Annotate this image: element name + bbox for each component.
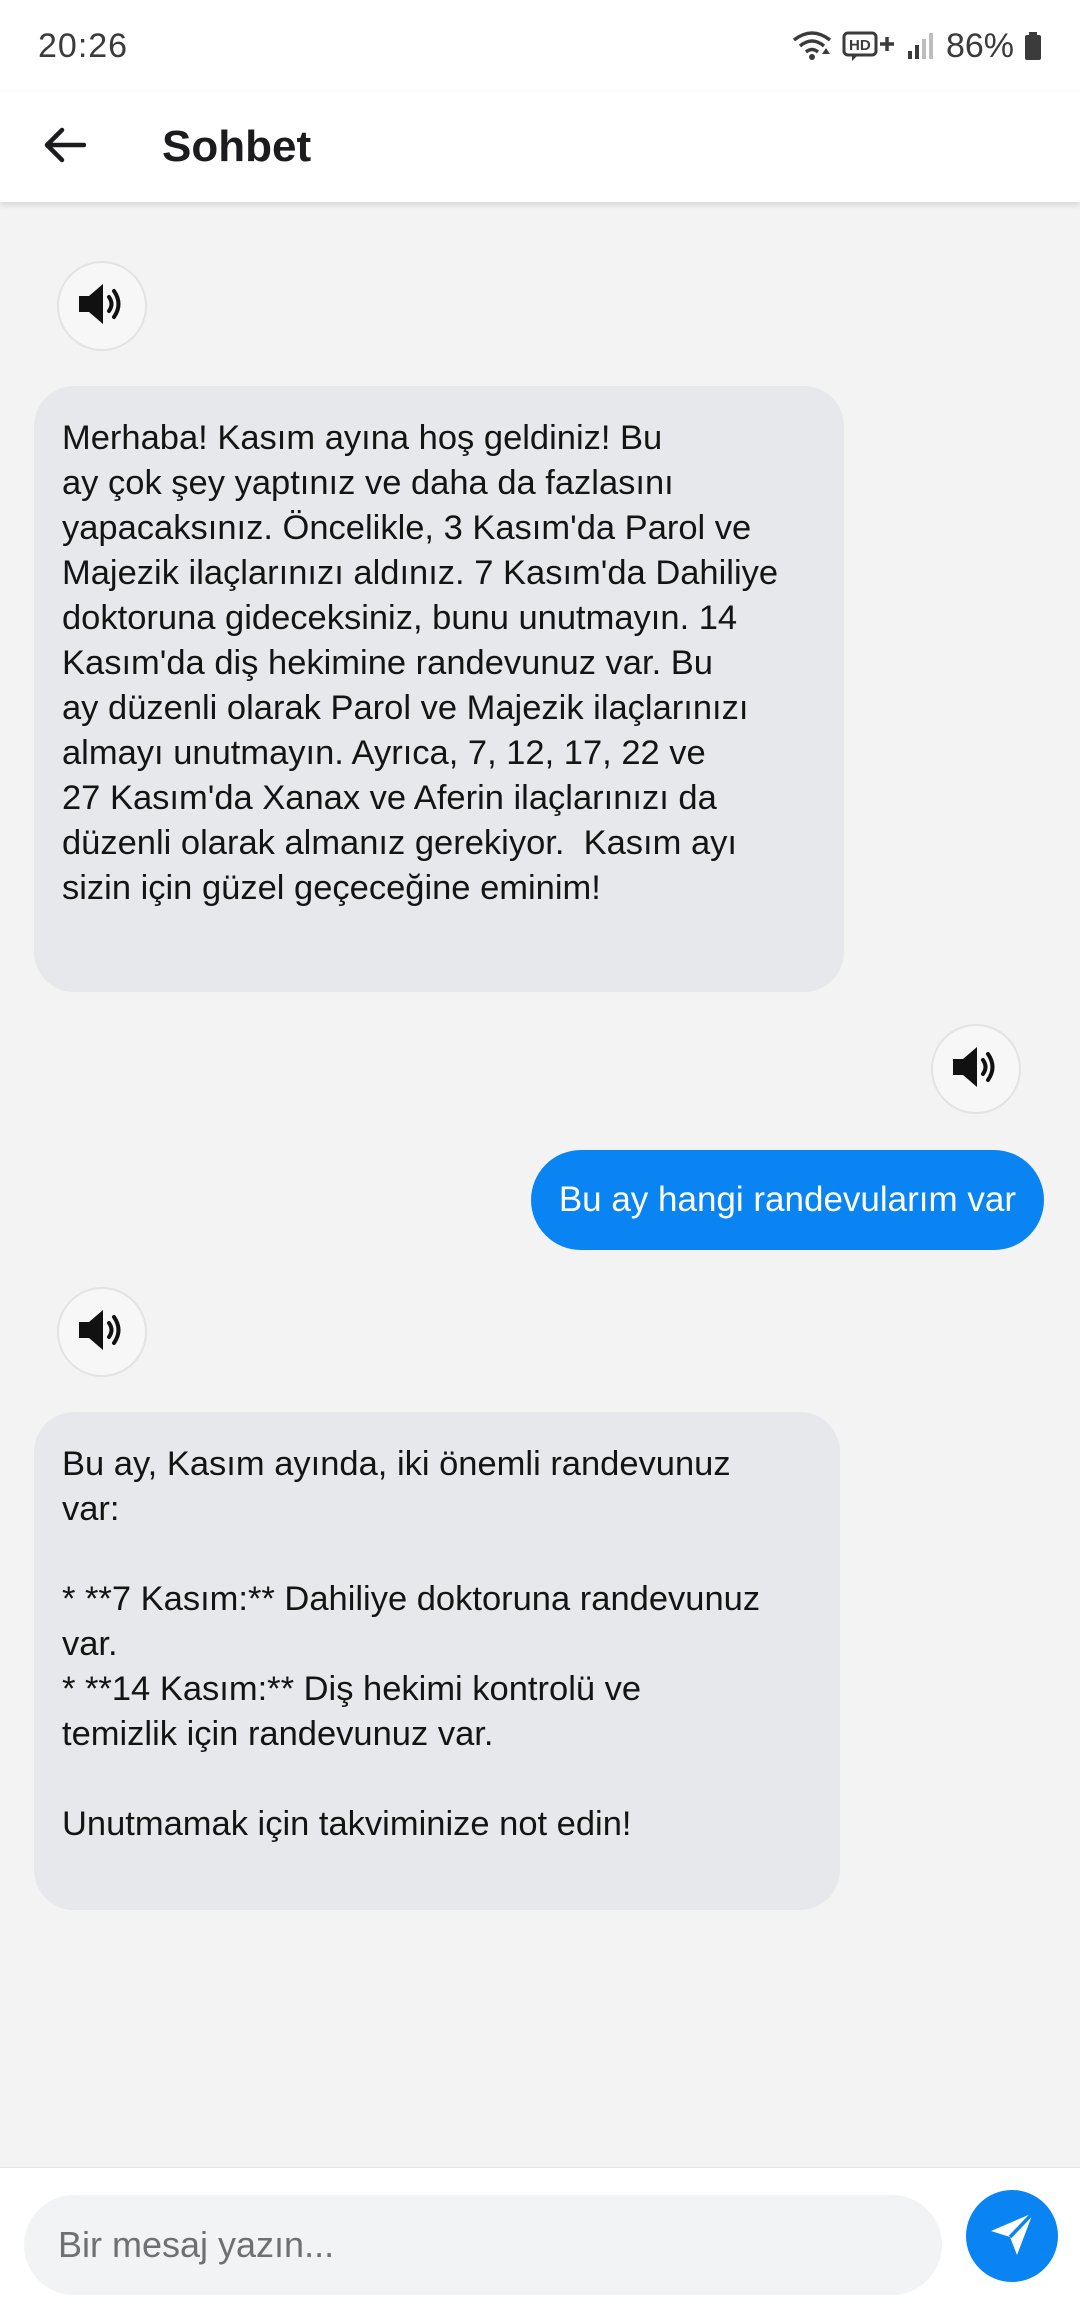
- status-bar: 20:26 HD 86%: [0, 0, 1080, 92]
- battery-percent: 86%: [945, 26, 1014, 65]
- message-input-bar: [0, 2167, 1080, 2316]
- arrow-left-icon: [42, 125, 87, 170]
- hd-plus-icon: HD: [842, 30, 896, 62]
- page-title: Sohbet: [162, 122, 312, 171]
- speaker-icon: [75, 281, 129, 332]
- app-bar: Sohbet: [0, 92, 1080, 202]
- user-message: Bu ay hangi randevularım var: [530, 1150, 1044, 1250]
- chat-area[interactable]: Merhaba! Kasım ayına hoş geldiniz! Bu ay…: [0, 202, 1080, 2167]
- signal-icon: [906, 31, 936, 61]
- play-audio-button[interactable]: [57, 1287, 147, 1377]
- speaker-icon: [949, 1044, 1003, 1095]
- svg-text:HD: HD: [849, 37, 871, 54]
- battery-icon: [1024, 31, 1042, 61]
- status-time: 20:26: [38, 26, 129, 65]
- play-audio-button[interactable]: [931, 1024, 1021, 1114]
- send-icon: [987, 2209, 1037, 2264]
- message-input[interactable]: [24, 2195, 942, 2295]
- play-audio-button[interactable]: [57, 261, 147, 351]
- bot-message: Bu ay, Kasım ayında, iki önemli randevun…: [34, 1412, 840, 1910]
- status-icons: HD 86%: [792, 27, 1042, 66]
- wifi-icon: [792, 30, 832, 62]
- back-button[interactable]: [30, 113, 98, 181]
- send-button[interactable]: [966, 2190, 1058, 2282]
- bot-message: Merhaba! Kasım ayına hoş geldiniz! Bu ay…: [34, 386, 844, 992]
- speaker-icon: [75, 1307, 129, 1358]
